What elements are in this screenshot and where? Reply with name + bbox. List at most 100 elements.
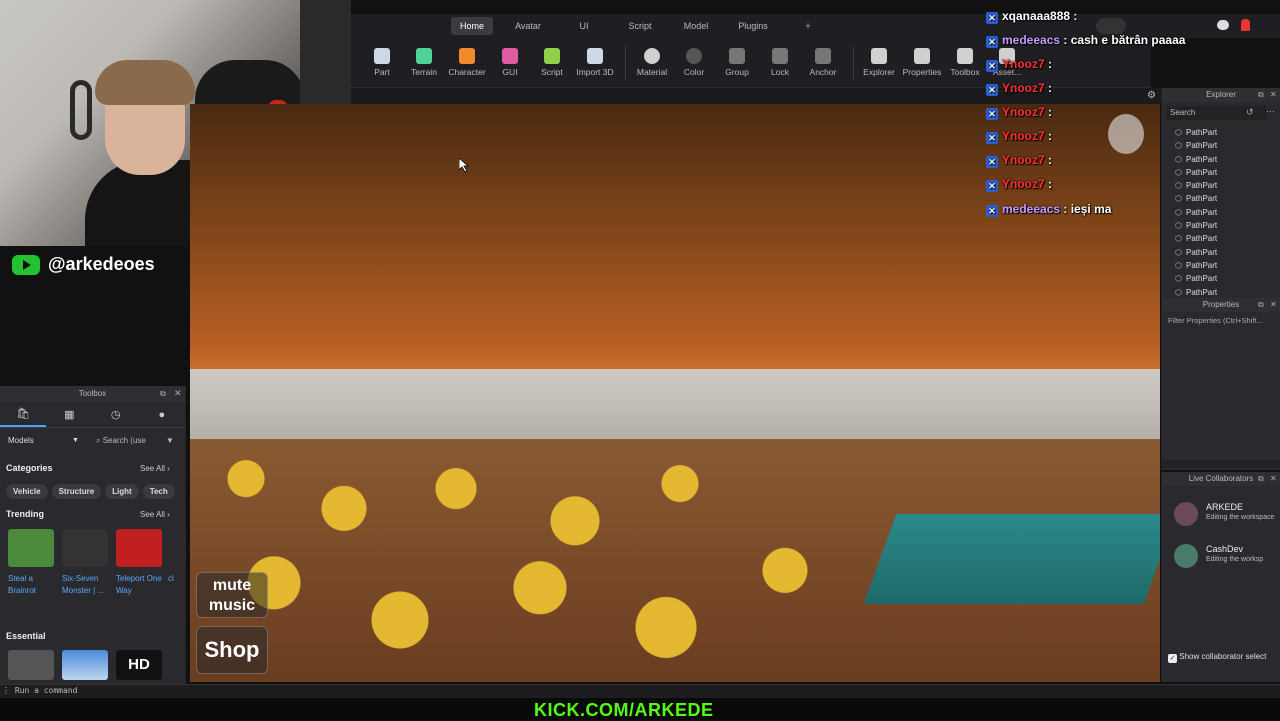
kick-badge-icon: ✕ — [986, 205, 998, 217]
grid-icon: ▦ — [64, 409, 75, 421]
properties-filter-input[interactable]: Filter Properties (Ctrl+Shift... — [1168, 316, 1280, 325]
explorer-item[interactable]: PathPart — [1162, 232, 1280, 246]
collaborator-cashdev[interactable]: CashDev Editing the worksp — [1172, 542, 1280, 568]
close-icon[interactable]: ✕ — [1270, 88, 1277, 102]
toolbox-search-input[interactable]: ⌕ Search (use ▼ — [96, 434, 176, 448]
explorer-item[interactable]: PathPart — [1162, 272, 1280, 286]
category-structure[interactable]: Structure — [51, 484, 102, 499]
asset-partial[interactable]: cl — [168, 529, 186, 585]
tab-ui[interactable]: UI — [573, 17, 595, 35]
explorer-item[interactable]: PathPart — [1162, 286, 1280, 296]
notification-icon[interactable] — [1241, 19, 1250, 31]
avatar-stack-icon[interactable] — [1096, 18, 1126, 34]
command-bar[interactable]: ⋮ Run a command — [0, 684, 1280, 698]
part-button[interactable]: Part — [359, 48, 405, 77]
script-button[interactable]: Script — [529, 48, 575, 77]
import-3d-icon — [587, 48, 603, 64]
tab-model[interactable]: Model — [679, 17, 713, 35]
color-button[interactable]: Color — [671, 48, 717, 77]
show-collab-selection-toggle[interactable]: ✓ Show collaborator select — [1168, 652, 1280, 663]
explorer-item[interactable]: PathPart — [1162, 246, 1280, 260]
explorer-item[interactable]: PathPart — [1162, 153, 1280, 167]
explorer-item[interactable]: PathPart — [1162, 219, 1280, 233]
explorer-item[interactable]: PathPart — [1162, 166, 1280, 180]
history-icon[interactable]: ↺ — [1246, 107, 1254, 118]
prompt-icon: ⋮ — [2, 686, 15, 695]
group-button[interactable]: Group — [714, 48, 760, 77]
close-icon[interactable]: ✕ — [1270, 298, 1277, 312]
tab-script[interactable]: Script — [623, 17, 657, 35]
character-button[interactable]: Character — [444, 48, 490, 77]
toolbox-icon — [957, 48, 973, 64]
tab-inventory[interactable]: ▦ — [46, 402, 92, 427]
gui-button[interactable]: GUI — [487, 48, 533, 77]
properties-button[interactable]: Properties — [899, 48, 945, 77]
explorer-item[interactable]: PathPart — [1162, 206, 1280, 220]
essential-asset-thumbnail[interactable] — [8, 650, 54, 680]
explorer-item[interactable]: PathPart — [1162, 126, 1280, 140]
terrain-button[interactable]: Terrain — [401, 48, 447, 77]
categories-see-all-link[interactable]: See All › — [140, 464, 170, 473]
collaborator-arkede[interactable]: ARKEDE Editing the workspace — [1172, 500, 1280, 526]
view-cube-icon[interactable] — [1108, 114, 1144, 154]
category-light[interactable]: Light — [105, 484, 139, 499]
explorer-item[interactable]: PathPart — [1162, 192, 1280, 206]
chat-message: ✕ Ynooz7 : — [986, 57, 1052, 75]
asset-teleport-one-way[interactable]: Teleport One Way — [116, 529, 164, 597]
chat-separator: : — [1044, 153, 1053, 167]
trending-see-all-link[interactable]: See All › — [140, 510, 170, 519]
material-button[interactable]: Material — [629, 48, 675, 77]
explorer-item[interactable]: PathPart — [1162, 139, 1280, 153]
properties-title: Properties ⧉ ✕ — [1162, 298, 1280, 312]
close-icon[interactable]: ✕ — [174, 388, 182, 399]
tab-plugins[interactable]: Plugins — [734, 17, 772, 35]
kick-badge-icon: ✕ — [986, 108, 998, 120]
explorer-item[interactable]: PathPart — [1162, 259, 1280, 273]
asset-steal-a-brainrot[interactable]: Steal a Brainrot — [8, 529, 56, 597]
explorer-button[interactable]: Explorer — [856, 48, 902, 77]
chat-username: Ynooz7 — [1002, 105, 1045, 119]
cloud-icon[interactable] — [1217, 20, 1229, 30]
kick-badge-icon: ✕ — [986, 60, 998, 72]
category-tech[interactable]: Tech — [142, 484, 175, 499]
mute-music-button[interactable]: mute music — [196, 572, 268, 618]
chat-message: ✕ Ynooz7 : — [986, 81, 1052, 99]
popout-icon[interactable]: ⧉ — [160, 389, 166, 399]
chevron-down-icon: ▼ — [72, 437, 79, 444]
horizontal-scrollbar[interactable] — [1162, 460, 1280, 468]
filter-icon[interactable]: ▼ — [166, 434, 174, 448]
more-icon[interactable]: ⋯ — [1266, 106, 1275, 117]
import-3d-button[interactable]: Import 3D — [572, 48, 618, 77]
tab-avatar[interactable]: Avatar — [508, 17, 548, 35]
essential-sky-thumbnail[interactable] — [62, 650, 108, 680]
shop-button[interactable]: Shop — [196, 626, 268, 674]
category-select[interactable]: Models ▼ — [8, 434, 84, 448]
tab-home[interactable]: Home — [451, 17, 493, 35]
popout-icon[interactable]: ⧉ — [1258, 472, 1264, 486]
chat-separator: : — [1070, 9, 1078, 23]
asset-six-seven-monster[interactable]: Six-Seven Monster | ... — [62, 529, 110, 597]
tab-recent[interactable]: ◷ — [93, 402, 139, 427]
settings-gear-icon[interactable]: ⚙ — [1147, 90, 1156, 101]
tab-marketplace[interactable]: 🛍 — [0, 402, 47, 427]
toolbox-button[interactable]: Toolbox — [942, 48, 988, 77]
essential-title: Essential — [6, 631, 46, 641]
chat-username: Ynooz7 — [1002, 81, 1045, 95]
popout-icon[interactable]: ⧉ — [1258, 298, 1264, 312]
asset-thumbnail — [8, 529, 54, 567]
chat-separator: : — [1060, 202, 1071, 216]
chat-separator: : — [1044, 177, 1053, 191]
category-vehicle[interactable]: Vehicle — [6, 484, 48, 499]
command-input[interactable]: ⋮ Run a command — [2, 686, 77, 695]
anchor-button[interactable]: Anchor — [800, 48, 846, 77]
avatar — [1174, 544, 1198, 568]
popout-icon[interactable]: ⧉ — [1258, 88, 1264, 102]
chat-username: medeeacs — [1002, 33, 1061, 47]
close-icon[interactable]: ✕ — [1270, 472, 1277, 486]
lock-button[interactable]: Lock — [757, 48, 803, 77]
tab-creations[interactable]: ● — [139, 402, 185, 427]
add-tab-button[interactable]: + — [801, 17, 815, 35]
essential-hd-thumbnail[interactable]: HD — [116, 650, 162, 680]
explorer-item[interactable]: PathPart — [1162, 179, 1280, 193]
toolbox-panel: Toolbox ⧉ ✕ 🛍 ▦ ◷ ● Models ▼ ⌕ Search (u… — [0, 386, 186, 684]
